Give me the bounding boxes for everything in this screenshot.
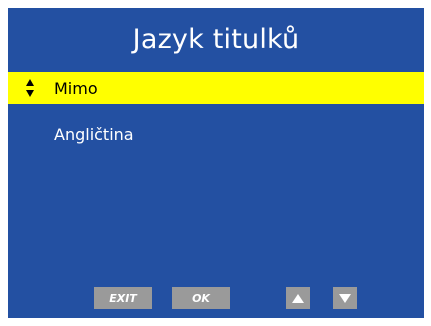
subtitle-language-dialog: Jazyk titulků Mimo Angličtina EXIT OK	[8, 8, 424, 318]
up-down-arrows-icon	[26, 79, 34, 97]
ok-button[interactable]: OK	[172, 287, 230, 309]
arrow-up-icon	[292, 293, 304, 303]
option-label: Mimo	[54, 78, 98, 98]
option-label: Angličtina	[54, 124, 134, 144]
option-anglictina[interactable]: Angličtina	[8, 118, 424, 150]
option-mimo[interactable]: Mimo	[8, 72, 424, 104]
exit-button[interactable]: EXIT	[94, 287, 152, 309]
up-button[interactable]	[286, 287, 310, 309]
down-button[interactable]	[333, 287, 357, 309]
dialog-title: Jazyk titulků	[132, 24, 300, 55]
arrow-down-icon	[339, 293, 351, 303]
